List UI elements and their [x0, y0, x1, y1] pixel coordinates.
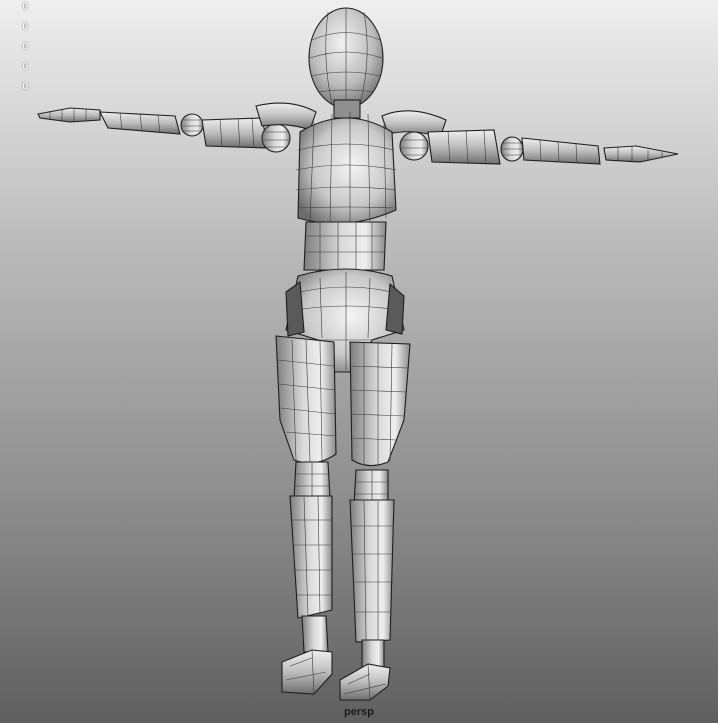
right-arm[interactable]	[381, 110, 679, 165]
left-leg[interactable]	[275, 335, 337, 695]
head[interactable]	[308, 7, 384, 119]
right-leg[interactable]	[339, 341, 411, 701]
3d-viewport[interactable]: 0 0 0 0 0 persp	[0, 0, 718, 723]
torso[interactable]	[295, 112, 397, 271]
left-arm[interactable]	[37, 102, 317, 153]
camera-label: persp	[344, 706, 374, 718]
mannequin-model[interactable]	[0, 0, 718, 723]
